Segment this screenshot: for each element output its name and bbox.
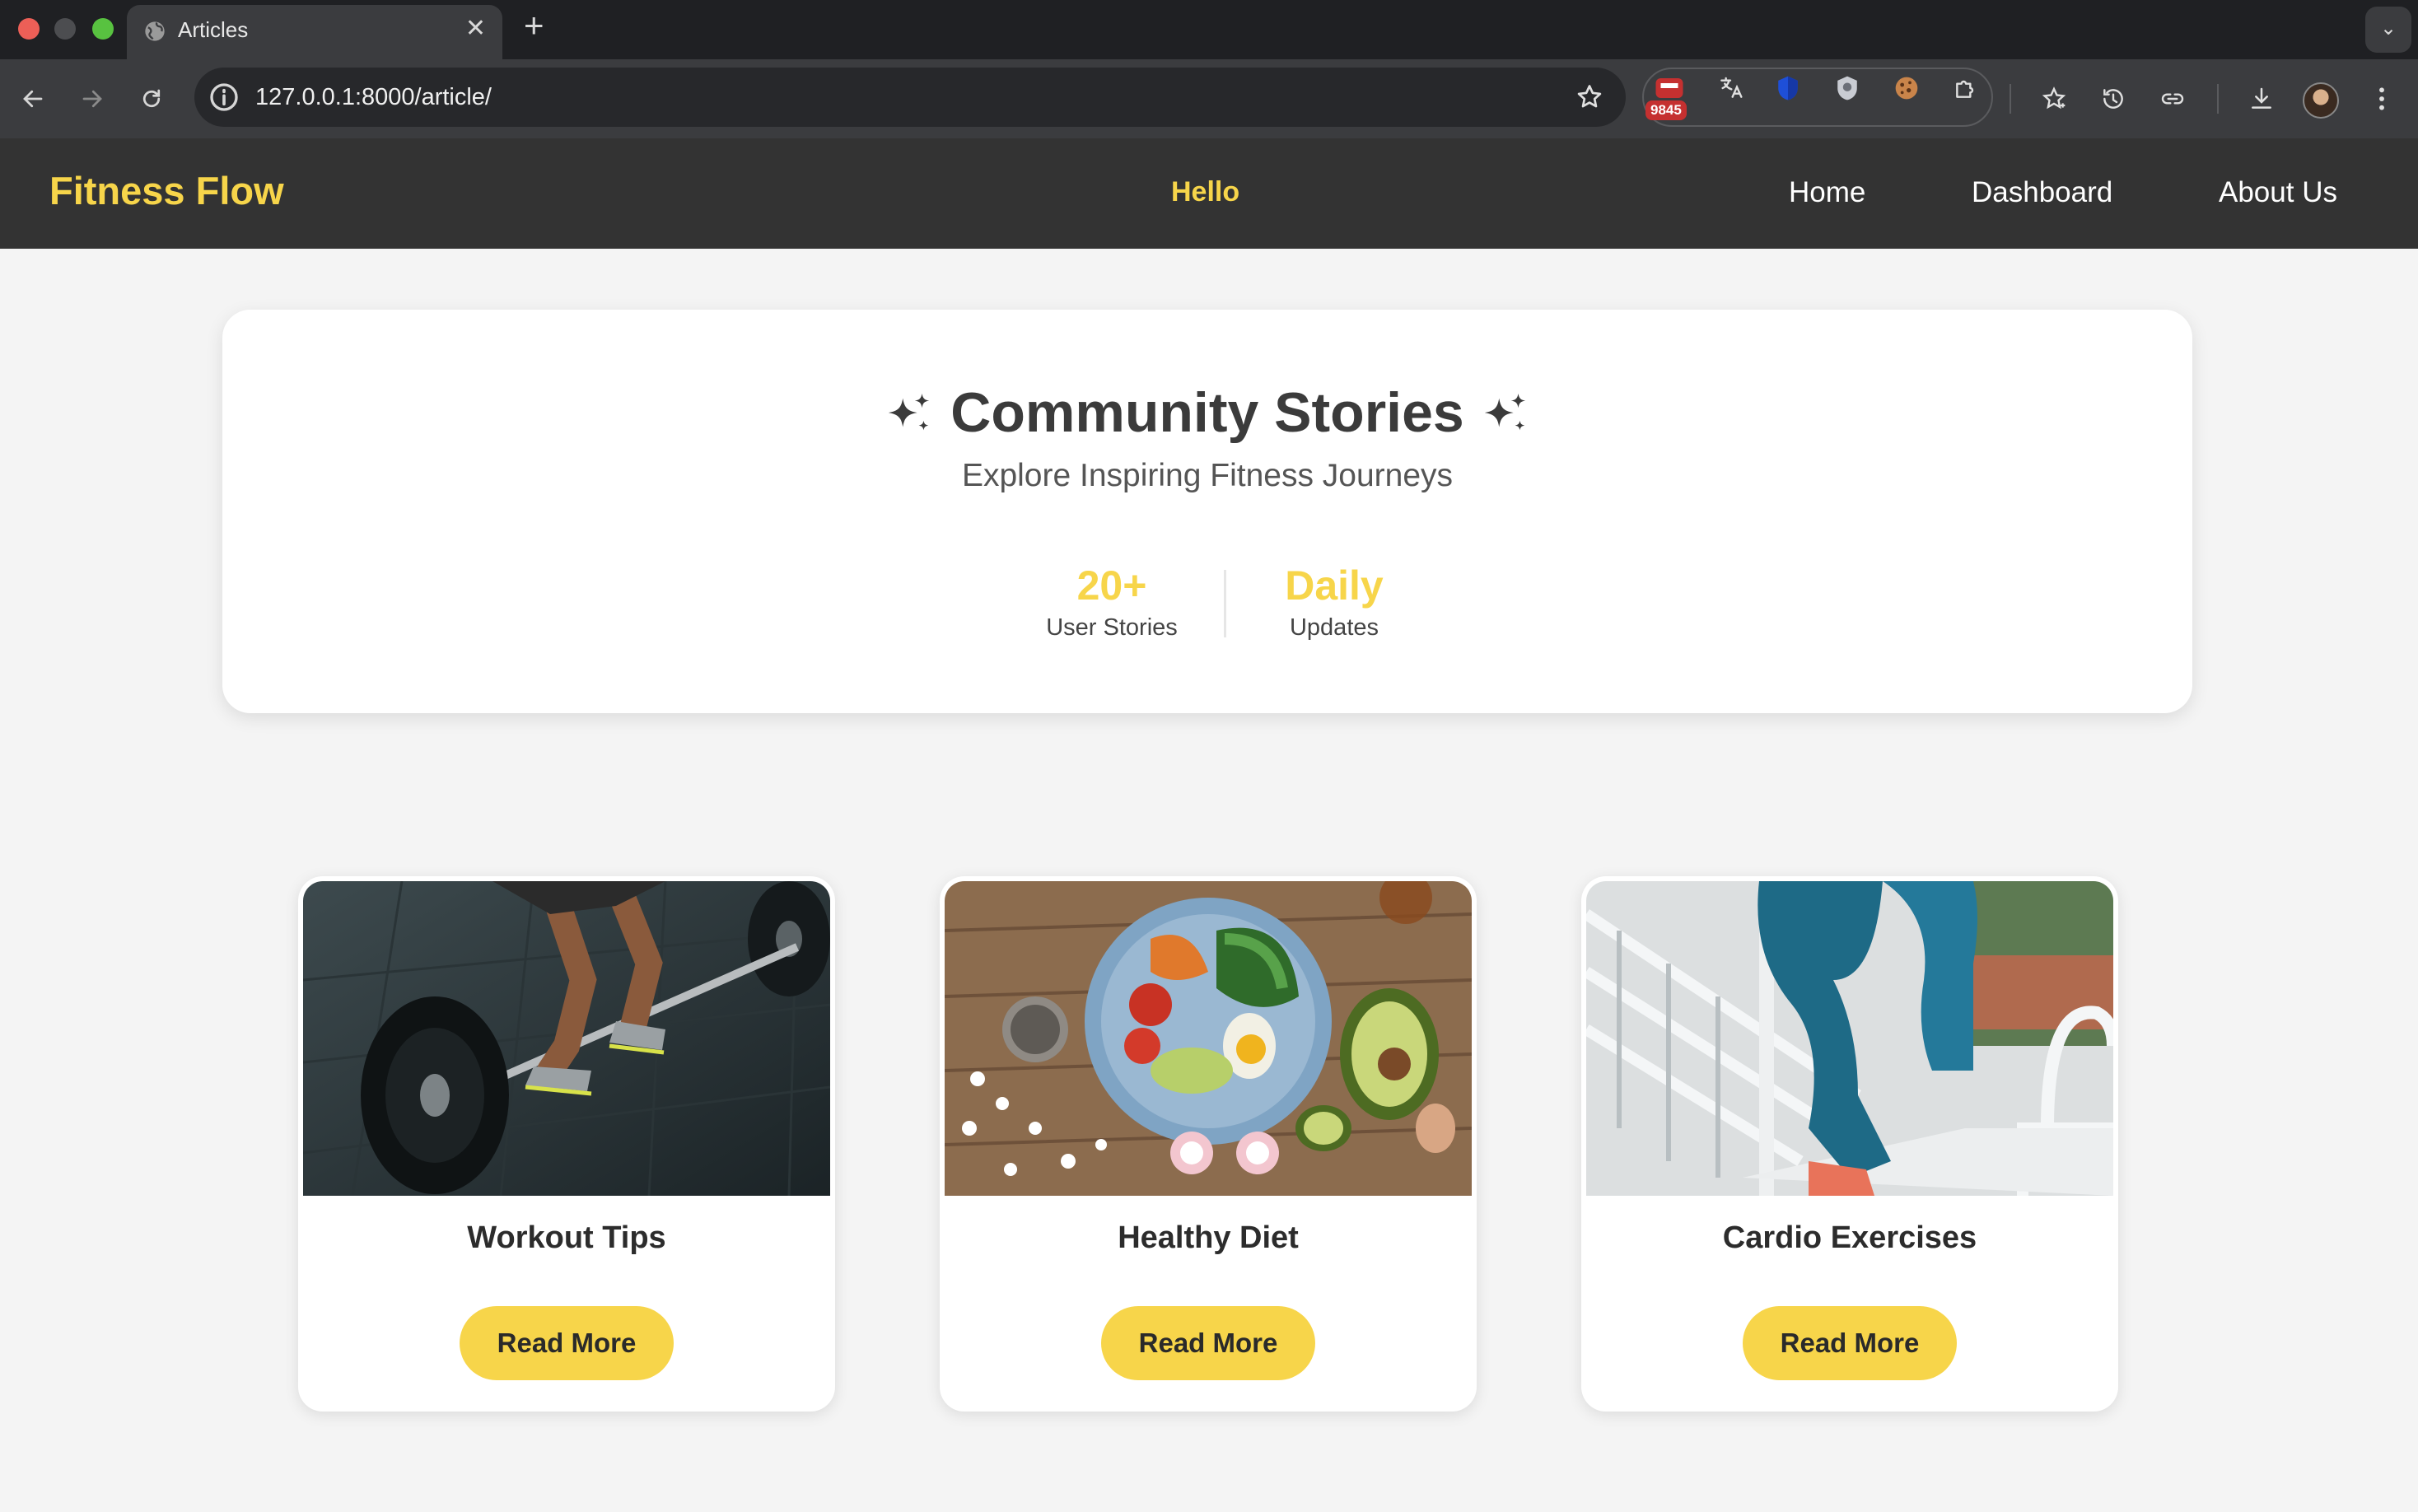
new-tab-button[interactable]: + bbox=[524, 8, 544, 43]
forward-button[interactable] bbox=[72, 79, 112, 119]
kebab-menu-icon[interactable] bbox=[2362, 79, 2402, 119]
stat-label: User Stories bbox=[1046, 614, 1178, 641]
address-bar[interactable]: 127.0.0.1:8000/article/ bbox=[194, 68, 1626, 127]
history-icon[interactable] bbox=[2094, 79, 2133, 119]
stat-updates: Daily Updates bbox=[1252, 562, 1417, 642]
close-window-button[interactable] bbox=[18, 18, 40, 40]
sparkles-icon bbox=[889, 393, 930, 431]
article-title: Healthy Diet bbox=[1118, 1220, 1299, 1255]
puzzle-extensions-icon[interactable] bbox=[1949, 71, 1983, 105]
article-card-workout: Workout Tips Read More bbox=[298, 876, 835, 1412]
profile-avatar[interactable] bbox=[2303, 82, 2339, 119]
nav-link-about-us[interactable]: About Us bbox=[2219, 176, 2337, 209]
stat-divider bbox=[1224, 570, 1226, 637]
site-info-icon[interactable] bbox=[208, 81, 240, 114]
hero-subtitle: Explore Inspiring Fitness Journeys bbox=[961, 458, 1454, 493]
extensions-group bbox=[1642, 68, 1993, 127]
read-more-button[interactable]: Read More bbox=[1101, 1306, 1315, 1380]
browser-tab-strip: Articles ✕ + ⌄ bbox=[0, 0, 2418, 59]
read-more-button[interactable]: Read More bbox=[460, 1306, 674, 1380]
url-text[interactable]: 127.0.0.1:8000/article/ bbox=[255, 84, 492, 111]
stat-user-stories: 20+ User Stories bbox=[1029, 562, 1194, 642]
globe-icon bbox=[145, 21, 165, 41]
hero-title: Community Stories bbox=[950, 381, 1464, 444]
greeting-text: Hello bbox=[1171, 176, 1240, 208]
bookmark-star-icon[interactable] bbox=[1575, 82, 1604, 112]
privacy-extension-icon[interactable] bbox=[1830, 71, 1865, 105]
back-button[interactable] bbox=[13, 79, 53, 119]
toolbar-divider bbox=[2010, 84, 2011, 114]
minimize-window-button[interactable] bbox=[54, 18, 76, 40]
community-hero-card: Community Stories Explore Inspiring Fitn… bbox=[222, 310, 2192, 713]
reload-button[interactable] bbox=[132, 79, 171, 119]
reload-icon bbox=[142, 89, 161, 108]
tab-title: Articles bbox=[178, 17, 249, 42]
browser-tab[interactable]: Articles ✕ bbox=[127, 5, 502, 59]
read-more-button[interactable]: Read More bbox=[1743, 1306, 1957, 1380]
nav-link-dashboard[interactable]: Dashboard bbox=[1972, 176, 2112, 209]
stat-label: Updates bbox=[1289, 614, 1379, 641]
stat-value: 20+ bbox=[1076, 562, 1147, 609]
maximize-window-button[interactable] bbox=[92, 18, 114, 40]
arrow-right-icon bbox=[82, 90, 102, 108]
article-card-diet: Healthy Diet Read More bbox=[940, 876, 1477, 1412]
toolbar-divider bbox=[2217, 84, 2219, 114]
tab-close-icon[interactable]: ✕ bbox=[465, 16, 486, 41]
hero-title-row: Community Stories bbox=[222, 380, 2192, 445]
browser-toolbar: 127.0.0.1:8000/article/ 9845 bbox=[0, 59, 2418, 138]
tab-search-button[interactable]: ⌄ bbox=[2365, 7, 2411, 53]
download-icon[interactable] bbox=[2242, 79, 2281, 119]
article-card-cardio: Cardio Exercises Read More bbox=[1581, 876, 2118, 1412]
translate-extension-icon[interactable] bbox=[1713, 71, 1748, 105]
site-navbar: Fitness Flow Hello Home Dashboard About … bbox=[0, 138, 2418, 249]
workout-image bbox=[303, 881, 830, 1196]
nav-link-home[interactable]: Home bbox=[1789, 176, 1865, 209]
arrow-left-icon bbox=[23, 90, 43, 108]
cookie-extension-icon[interactable] bbox=[1889, 71, 1924, 105]
link-icon[interactable] bbox=[2153, 79, 2192, 119]
article-title: Workout Tips bbox=[467, 1220, 666, 1255]
extension-badge: 9845 bbox=[1645, 100, 1687, 120]
brand-logo[interactable]: Fitness Flow bbox=[49, 168, 284, 213]
shield-extension-icon[interactable] bbox=[1771, 71, 1805, 105]
cardio-image bbox=[1586, 881, 2113, 1196]
bookmarks-icon[interactable] bbox=[2034, 79, 2074, 119]
stat-value: Daily bbox=[1285, 562, 1384, 609]
sparkles-icon bbox=[1484, 393, 1525, 431]
healthy-diet-image bbox=[945, 881, 1472, 1196]
article-title: Cardio Exercises bbox=[1722, 1220, 1977, 1255]
